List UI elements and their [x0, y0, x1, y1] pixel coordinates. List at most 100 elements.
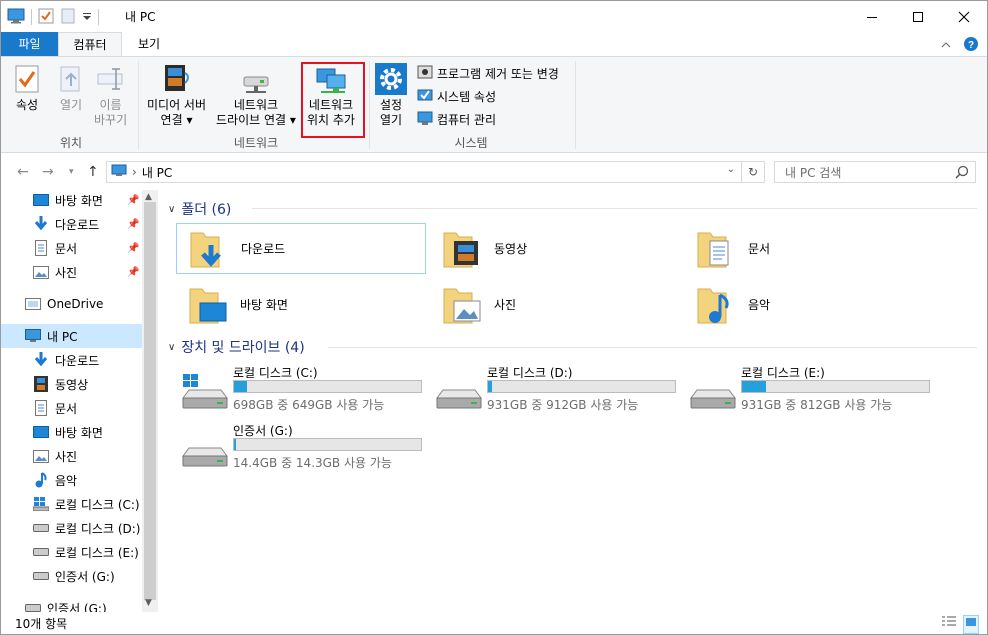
drive-usage-bar [487, 380, 676, 393]
drive-usage-fill [488, 381, 492, 392]
open-button[interactable]: 열기 [55, 63, 87, 113]
folder-music[interactable]: 음악 [684, 279, 934, 330]
open-icon [55, 63, 87, 95]
window-title: 내 PC [125, 10, 156, 24]
close-button[interactable] [941, 1, 987, 32]
nav-item-videos[interactable]: 동영상 [1, 372, 142, 396]
address-bar[interactable]: › 내 PC ⌄ [106, 161, 742, 183]
drive-usage-bar [233, 380, 422, 393]
uninstall-program-button[interactable]: 프로그램 제거 또는 변경 [417, 63, 559, 83]
nav-item-music[interactable]: 음악 [1, 468, 142, 492]
gear-icon [375, 63, 407, 95]
details-view-icon[interactable] [941, 615, 957, 634]
nav-item-drive-g-root[interactable]: 인증서 (G:) [1, 596, 142, 612]
section-header-folders[interactable]: ∨ 폴더 (6) [168, 199, 231, 219]
rename-button[interactable]: 이름 바꾸기 [94, 63, 127, 128]
recent-locations-icon[interactable]: ▾ [69, 167, 74, 177]
nav-item-desktop[interactable]: 바탕 화면 [1, 420, 142, 444]
nav-item-documents[interactable]: 문서 [1, 396, 142, 420]
refresh-button[interactable]: ↻ [741, 161, 765, 183]
window-controls [849, 1, 987, 32]
nav-item-pictures-quick[interactable]: 사진 📌 [1, 260, 142, 284]
nav-item-this-pc[interactable]: 내 PC [1, 324, 142, 348]
properties-check-icon[interactable] [38, 8, 54, 27]
desktop-icon [33, 192, 49, 208]
nav-item-drive-g[interactable]: 인증서 (G:) [1, 564, 142, 588]
drive-g[interactable]: 인증서 (G:) 14.4GB 중 14.3GB 사용 가능 [181, 422, 431, 474]
map-drive-label-2: 드라이브 연결 [216, 113, 287, 127]
help-icon[interactable]: ? [963, 36, 979, 55]
search-box[interactable]: 내 PC 검색 [774, 161, 976, 183]
forward-arrow-icon[interactable]: → [42, 164, 54, 180]
tab-computer[interactable]: 컴퓨터 [58, 32, 122, 57]
onedrive-cloud-icon [25, 296, 41, 312]
drive-c[interactable]: 로컬 디스크 (C:) 698GB 중 649GB 사용 가능 [181, 364, 431, 416]
nav-item-drive-c[interactable]: 로컬 디스크 (C:) [1, 492, 142, 516]
computer-icon[interactable] [7, 8, 25, 27]
videos-folder-icon [438, 225, 486, 273]
pictures-folder-icon [438, 281, 486, 329]
desktop-folder-icon [184, 281, 232, 329]
nav-item-drive-e[interactable]: 로컬 디스크 (E:) [1, 540, 142, 564]
nav-item-drive-d[interactable]: 로컬 디스크 (D:) [1, 516, 142, 540]
usb-drive-icon [33, 568, 49, 584]
large-icons-view-icon[interactable] [963, 615, 979, 634]
document-icon [33, 400, 49, 416]
hard-drive-icon [435, 374, 483, 412]
qat-dropdown-icon[interactable] [82, 8, 92, 27]
pin-icon[interactable]: 📌 [127, 243, 139, 254]
collapse-ribbon-icon[interactable] [941, 39, 951, 53]
pin-icon[interactable]: 📌 [127, 195, 139, 206]
address-dropdown-icon[interactable]: ⌄ [727, 164, 735, 175]
svg-text:?: ? [968, 40, 974, 51]
folder-videos[interactable]: 동영상 [430, 223, 680, 274]
folder-desktop[interactable]: 바탕 화면 [176, 279, 426, 330]
minimize-button[interactable] [849, 1, 895, 32]
computer-management-button[interactable]: 컴퓨터 관리 [417, 109, 496, 129]
breadcrumb-chevron-icon[interactable]: › [132, 165, 137, 179]
properties-button[interactable]: 속성 [11, 63, 43, 113]
ribbon-tabs: 파일 컴퓨터 보기 ? [1, 32, 987, 57]
scroll-down-icon[interactable]: ▼ [145, 598, 152, 608]
pin-icon[interactable]: 📌 [127, 219, 139, 230]
back-arrow-icon[interactable]: ← [17, 164, 29, 180]
map-network-drive-button[interactable]: 네트워크 드라이브 연결 ▾ [216, 63, 296, 128]
pin-icon[interactable]: 📌 [127, 267, 139, 278]
folder-pictures[interactable]: 사진 [430, 279, 680, 330]
download-arrow-icon [33, 352, 49, 368]
group-label-network: 네트워크 [233, 136, 279, 150]
nav-item-desktop-quick[interactable]: 바탕 화면 📌 [1, 190, 142, 212]
maximize-button[interactable] [895, 1, 941, 32]
nav-item-pictures[interactable]: 사진 [1, 444, 142, 468]
properties-check-icon [11, 63, 43, 95]
drive-e[interactable]: 로컬 디스크 (E:) 931GB 중 812GB 사용 가능 [689, 364, 939, 416]
documents-folder-icon [692, 225, 740, 273]
folder-documents[interactable]: 문서 [684, 223, 934, 274]
scroll-thumb[interactable] [144, 202, 156, 600]
media-server-button[interactable]: 미디어 서버 연결 ▾ [147, 63, 206, 128]
nav-item-documents-quick[interactable]: 문서 📌 [1, 236, 142, 260]
folder-downloads[interactable]: 다운로드 [176, 223, 426, 274]
breadcrumb-this-pc[interactable]: 내 PC [142, 164, 172, 181]
group-label-system: 시스템 [454, 136, 488, 150]
search-icon[interactable] [955, 165, 969, 182]
computer-icon [111, 164, 127, 181]
nav-scrollbar[interactable]: ▲ ▼ [142, 190, 158, 612]
drive-usage-fill [742, 381, 767, 392]
nav-item-downloads[interactable]: 다운로드 [1, 348, 142, 372]
nav-item-onedrive[interactable]: OneDrive [1, 292, 142, 316]
nav-item-downloads-quick[interactable]: 다운로드 📌 [1, 212, 142, 236]
chevron-down-icon: ∨ [168, 341, 176, 353]
media-server-label-2: 연결 [160, 113, 183, 127]
scroll-up-icon[interactable]: ▲ [145, 192, 152, 202]
tab-file[interactable]: 파일 [1, 32, 58, 56]
tab-view[interactable]: 보기 [122, 32, 176, 56]
system-properties-icon [417, 87, 433, 106]
up-arrow-icon[interactable]: ↑ [87, 164, 99, 180]
system-properties-button[interactable]: 시스템 속성 [417, 86, 496, 106]
open-settings-button[interactable]: 설정 열기 [375, 63, 407, 128]
section-header-drives[interactable]: ∨ 장치 및 드라이브 (4) [168, 337, 305, 357]
drive-d[interactable]: 로컬 디스크 (D:) 931GB 중 912GB 사용 가능 [435, 364, 685, 416]
new-folder-icon[interactable] [60, 8, 76, 27]
section-divider [328, 347, 977, 348]
